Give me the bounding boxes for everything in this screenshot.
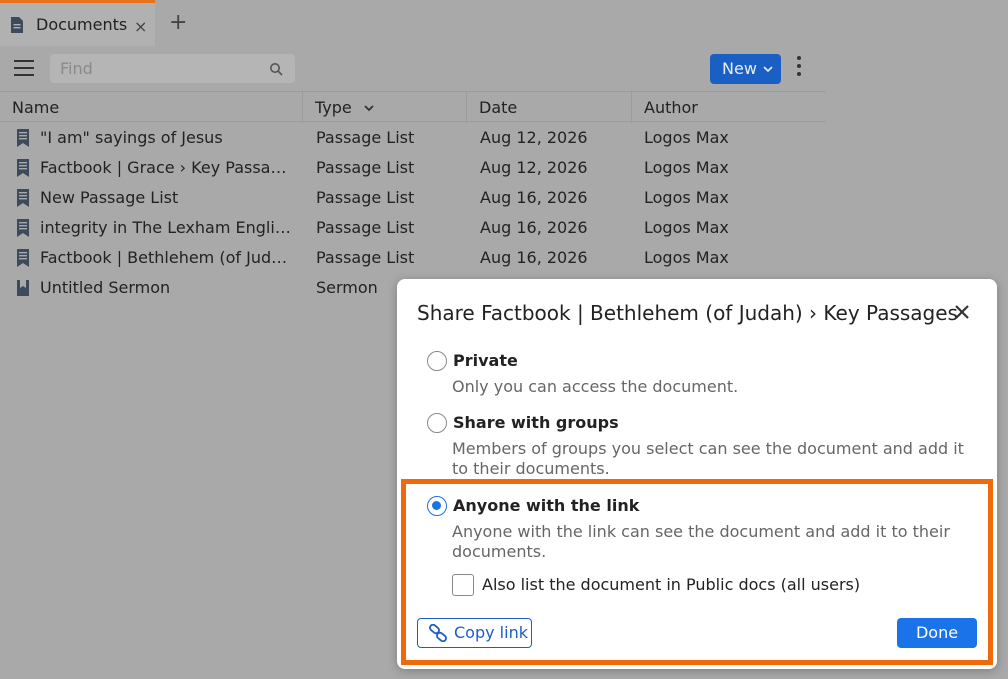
menu-icon[interactable]	[14, 60, 34, 76]
table-row[interactable]: "I am" sayings of Jesus Passage List Aug…	[0, 123, 826, 153]
column-header-type[interactable]: Type	[303, 92, 466, 123]
row-date: Aug 16, 2026	[480, 188, 588, 207]
column-header-date[interactable]: Date	[467, 92, 631, 123]
more-options-icon[interactable]	[797, 56, 803, 80]
table-row[interactable]: New Passage List Passage List Aug 16, 20…	[0, 183, 826, 213]
tab-bar: Documents × +	[0, 0, 1008, 46]
row-date: Aug 12, 2026	[480, 158, 588, 177]
close-tab-icon[interactable]: ×	[134, 17, 147, 36]
tab-documents[interactable]: Documents ×	[0, 0, 155, 46]
find-input[interactable]: Find	[50, 54, 295, 83]
share-dialog: Share Factbook | Bethlehem (of Judah) › …	[397, 279, 997, 669]
find-placeholder: Find	[60, 59, 93, 78]
public-docs-checkbox-label[interactable]: Also list the document in Public docs (a…	[482, 575, 860, 594]
copy-link-button[interactable]: Copy link	[417, 618, 532, 648]
table-header: Name Type Date Author	[0, 91, 826, 123]
row-date: Aug 16, 2026	[480, 218, 588, 237]
option-share-with-groups-label: Share with groups	[453, 413, 619, 432]
row-name: "I am" sayings of Jesus	[40, 128, 223, 147]
row-author: Logos Max	[644, 158, 729, 177]
row-type: Passage List	[316, 218, 415, 237]
row-date: Aug 12, 2026	[480, 128, 588, 147]
table-row[interactable]: Factbook | Grace › Key Passages Passage …	[0, 153, 826, 183]
row-type: Passage List	[316, 188, 415, 207]
close-icon[interactable]	[953, 303, 971, 321]
row-author: Logos Max	[644, 188, 729, 207]
sort-chevron-icon	[364, 105, 374, 112]
row-name: Factbook | Bethlehem (of Judah…	[40, 248, 292, 267]
public-docs-checkbox[interactable]	[452, 574, 474, 596]
sermon-icon	[17, 280, 29, 296]
passage-list-icon	[17, 189, 29, 207]
row-author: Logos Max	[644, 218, 729, 237]
row-type: Passage List	[316, 248, 415, 267]
toolbar: Find New	[0, 46, 826, 91]
row-type: Passage List	[316, 128, 415, 147]
option-share-with-groups-desc: Members of groups you select can see the…	[452, 439, 964, 478]
column-header-author[interactable]: Author	[632, 92, 826, 123]
tab-title: Documents	[36, 15, 128, 34]
document-list: "I am" sayings of Jesus Passage List Aug…	[0, 123, 826, 303]
row-author: Logos Max	[644, 128, 729, 147]
row-name: Untitled Sermon	[40, 278, 171, 297]
done-button[interactable]: Done	[897, 618, 977, 648]
add-tab-icon[interactable]: +	[169, 10, 187, 35]
chevron-down-icon	[763, 54, 773, 95]
new-button-label: New	[722, 59, 757, 78]
passage-list-icon	[17, 219, 29, 237]
option-private-label: Private	[453, 351, 518, 370]
link-icon	[429, 624, 447, 642]
row-date: Aug 16, 2026	[480, 248, 588, 267]
row-author: Logos Max	[644, 248, 729, 267]
new-button[interactable]: New	[710, 54, 781, 84]
passage-list-icon	[17, 249, 29, 267]
option-private-desc: Only you can access the document.	[452, 377, 739, 396]
column-header-name[interactable]: Name	[0, 92, 302, 123]
search-icon	[270, 63, 283, 76]
document-icon	[11, 16, 23, 33]
passage-list-icon	[17, 159, 29, 177]
radio-share-with-groups[interactable]	[427, 413, 447, 433]
table-row[interactable]: integrity in The Lexham English … Passag…	[0, 213, 826, 243]
table-row[interactable]: Factbook | Bethlehem (of Judah… Passage …	[0, 243, 826, 273]
passage-list-icon	[17, 129, 29, 147]
row-name: Factbook | Grace › Key Passages	[40, 158, 292, 177]
row-name: New Passage List	[40, 188, 179, 207]
copy-link-label: Copy link	[454, 623, 528, 642]
radio-anyone-with-link[interactable]	[427, 496, 447, 516]
row-name: integrity in The Lexham English …	[40, 218, 292, 237]
dialog-title: Share Factbook | Bethlehem (of Judah) › …	[417, 301, 958, 325]
option-anyone-with-link-label: Anyone with the link	[453, 496, 640, 515]
radio-private[interactable]	[427, 351, 447, 371]
column-header-type-label: Type	[315, 98, 352, 117]
option-anyone-with-link-desc: Anyone with the link can see the documen…	[452, 522, 950, 561]
row-type: Passage List	[316, 158, 415, 177]
